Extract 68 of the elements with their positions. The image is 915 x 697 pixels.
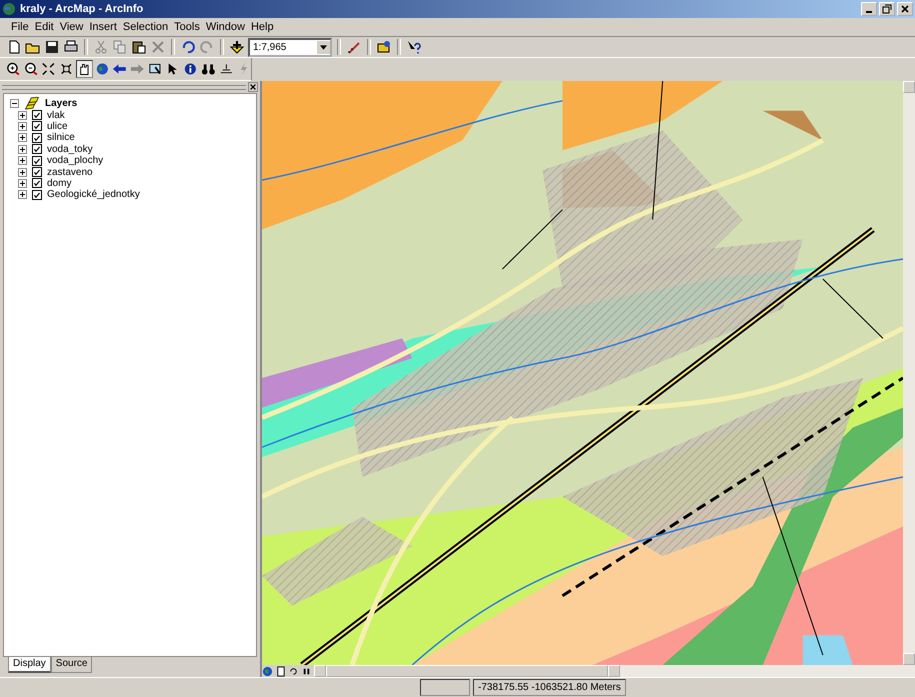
expander-toggle[interactable] xyxy=(10,99,19,108)
vertical-scrollbar[interactable] xyxy=(903,81,915,665)
layer-name[interactable]: ulice xyxy=(47,120,68,132)
restore-icon xyxy=(882,4,892,14)
layout-view-icon[interactable] xyxy=(275,666,286,676)
layers-icon xyxy=(24,97,40,110)
horizontal-scrollbar[interactable] xyxy=(314,665,915,677)
menu-item[interactable]: Insert xyxy=(86,21,120,33)
scale-dropdown[interactable]: 1:7,965 xyxy=(248,38,332,56)
expander-toggle[interactable] xyxy=(18,168,27,177)
fixed-zoom-out-icon[interactable] xyxy=(59,61,74,77)
identify-icon[interactable] xyxy=(183,61,198,77)
expander-toggle[interactable] xyxy=(18,133,27,142)
zoom-in-icon[interactable] xyxy=(6,61,21,77)
layer-checkbox[interactable] xyxy=(32,178,42,188)
layer-name[interactable]: voda_plochy xyxy=(47,155,104,166)
layer-checkbox[interactable] xyxy=(32,156,42,166)
undo-icon[interactable] xyxy=(180,39,196,55)
save-icon[interactable] xyxy=(44,39,60,55)
minimize-icon xyxy=(866,11,872,13)
layer-checkbox[interactable] xyxy=(32,110,42,120)
caret-icon xyxy=(320,44,327,50)
layer-name[interactable]: voda_toky xyxy=(47,144,93,155)
layer-checkbox[interactable] xyxy=(32,132,42,143)
menu-item[interactable]: Window xyxy=(202,21,248,33)
layer-checkbox[interactable] xyxy=(32,144,42,154)
window-title: kraly - ArcMap - ArcInfo xyxy=(20,3,144,15)
layer-name[interactable]: domy xyxy=(47,178,72,189)
panel-tab[interactable]: Display xyxy=(8,657,51,673)
layer-name[interactable]: silnice xyxy=(47,132,75,144)
menu-item[interactable]: File xyxy=(8,21,32,33)
select-features-icon[interactable] xyxy=(148,61,162,77)
expander-toggle[interactable] xyxy=(18,156,27,166)
fixed-zoom-in-icon[interactable] xyxy=(41,61,56,77)
status-pane xyxy=(420,679,470,696)
menu-item[interactable]: Help xyxy=(248,21,277,33)
close-icon xyxy=(900,4,910,14)
layer-name[interactable]: zastaveno xyxy=(47,166,93,178)
refresh-icon[interactable] xyxy=(288,666,299,676)
menu-item[interactable]: Selection xyxy=(120,21,172,33)
layer-checkbox[interactable] xyxy=(32,121,42,132)
data-view-icon[interactable] xyxy=(262,666,273,676)
close-icon xyxy=(249,83,257,91)
minimize-button[interactable] xyxy=(861,2,877,16)
layer-name[interactable]: vlak xyxy=(47,110,65,121)
pan-hand-icon[interactable] xyxy=(76,61,92,77)
expander-toggle[interactable] xyxy=(18,110,27,120)
globe-icon xyxy=(2,2,16,16)
help-icon[interactable] xyxy=(406,39,422,55)
globe-icon[interactable] xyxy=(94,61,110,77)
menu-item[interactable]: Tools xyxy=(171,21,203,33)
zoom-out-icon[interactable] xyxy=(24,61,38,77)
layer-checkbox[interactable] xyxy=(32,167,42,178)
expander-toggle[interactable] xyxy=(18,122,27,131)
panel-tab[interactable]: Source xyxy=(50,657,92,673)
add-data-icon[interactable] xyxy=(229,39,245,55)
expander-toggle[interactable] xyxy=(18,144,27,154)
coordinates-readout: -738175.55 -1063521.80 Meters xyxy=(473,679,626,696)
menu-item[interactable]: View xyxy=(56,21,86,33)
close-button[interactable] xyxy=(248,82,258,92)
menu-item[interactable]: Edit xyxy=(32,21,57,33)
paste-icon[interactable] xyxy=(131,39,147,55)
layer-name[interactable]: Geologické_jednotky xyxy=(47,189,140,200)
layers-group-label[interactable]: Layers xyxy=(45,98,78,110)
expander-toggle[interactable] xyxy=(18,190,27,200)
layer-checkbox[interactable] xyxy=(32,190,42,200)
expander-toggle[interactable] xyxy=(18,178,27,188)
restore-button[interactable] xyxy=(879,2,895,16)
